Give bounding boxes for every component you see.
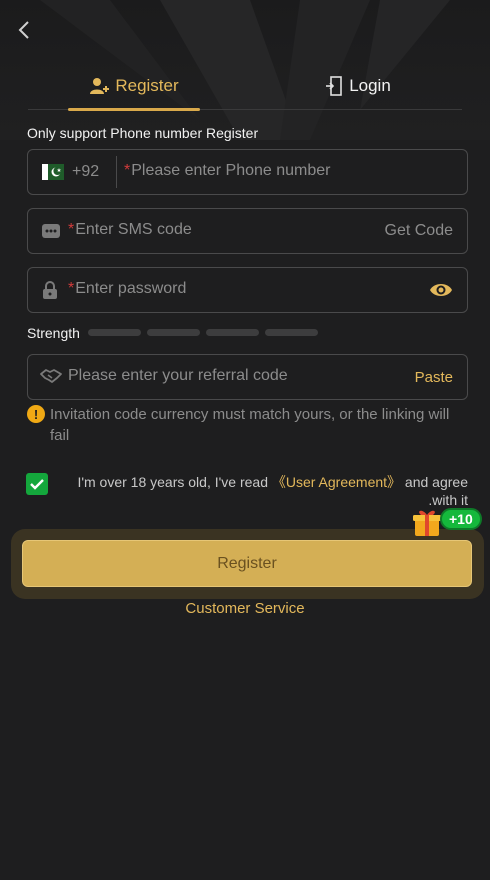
referral-field[interactable]: Please enter your referral code Paste bbox=[27, 354, 468, 400]
warning-icon: ! bbox=[27, 405, 45, 423]
strength-bar bbox=[206, 329, 259, 336]
auth-tabs: Register Login bbox=[28, 62, 462, 111]
phone-input[interactable]: *Please enter Phone number bbox=[124, 162, 330, 180]
invitation-warning: Invitation code currency must match your… bbox=[50, 406, 450, 444]
eye-icon[interactable] bbox=[429, 281, 453, 299]
required-mark: * bbox=[68, 280, 75, 297]
paste-button[interactable]: Paste bbox=[415, 369, 453, 386]
referral-placeholder: Please enter your referral code bbox=[68, 367, 288, 384]
tab-register[interactable]: Register bbox=[68, 62, 200, 111]
tab-register-label: Register bbox=[115, 76, 179, 95]
phone-field[interactable]: +92 *Please enter Phone number bbox=[27, 149, 468, 195]
strength-label: Strength bbox=[27, 325, 80, 341]
register-button[interactable]: Register bbox=[22, 540, 472, 587]
handshake-icon bbox=[40, 369, 62, 383]
strength-meter bbox=[88, 329, 318, 336]
phone-placeholder: Please enter Phone number bbox=[131, 162, 331, 179]
required-mark: * bbox=[68, 221, 75, 238]
required-mark: * bbox=[124, 162, 131, 179]
user-add-icon bbox=[90, 78, 110, 94]
agreement-checkbox[interactable] bbox=[26, 473, 48, 495]
password-input[interactable]: *Enter password bbox=[68, 280, 186, 298]
gift-icon bbox=[413, 510, 441, 536]
register-notice: Only support Phone number Register bbox=[27, 125, 259, 141]
password-field[interactable]: *Enter password bbox=[27, 267, 468, 313]
user-agreement-link[interactable]: 《User Agreement》 bbox=[272, 474, 401, 490]
back-button[interactable] bbox=[12, 18, 36, 42]
strength-bar bbox=[88, 329, 141, 336]
referral-input[interactable]: Please enter your referral code bbox=[68, 367, 288, 385]
password-placeholder: Enter password bbox=[75, 280, 187, 297]
field-divider bbox=[116, 156, 117, 188]
login-door-icon bbox=[326, 76, 342, 96]
customer-service-link[interactable]: Customer Service bbox=[0, 600, 490, 617]
sms-placeholder: Enter SMS code bbox=[75, 221, 192, 238]
checkmark-icon bbox=[30, 479, 44, 490]
agreement-prefix: I'm over 18 years old, I've read bbox=[77, 474, 272, 490]
agreement-suffix: and agree bbox=[401, 474, 468, 490]
country-code[interactable]: +92 bbox=[72, 163, 99, 181]
chevron-left-icon bbox=[18, 21, 29, 39]
sms-code-input[interactable]: *Enter SMS code bbox=[68, 221, 192, 239]
sms-code-field[interactable]: *Enter SMS code Get Code bbox=[27, 208, 468, 254]
strength-bar bbox=[147, 329, 200, 336]
tab-login-label: Login bbox=[349, 76, 391, 95]
get-code-button[interactable]: Get Code bbox=[385, 222, 453, 240]
lock-icon bbox=[43, 281, 57, 299]
strength-bar bbox=[265, 329, 318, 336]
tab-login[interactable]: Login bbox=[318, 62, 398, 110]
agreement-suffix-line2: .with it bbox=[428, 492, 468, 508]
bonus-badge: +10 bbox=[440, 508, 482, 530]
pakistan-flag-icon bbox=[42, 164, 64, 180]
agreement-text: I'm over 18 years old, I've read 《User A… bbox=[60, 473, 468, 509]
sms-icon bbox=[42, 224, 60, 238]
